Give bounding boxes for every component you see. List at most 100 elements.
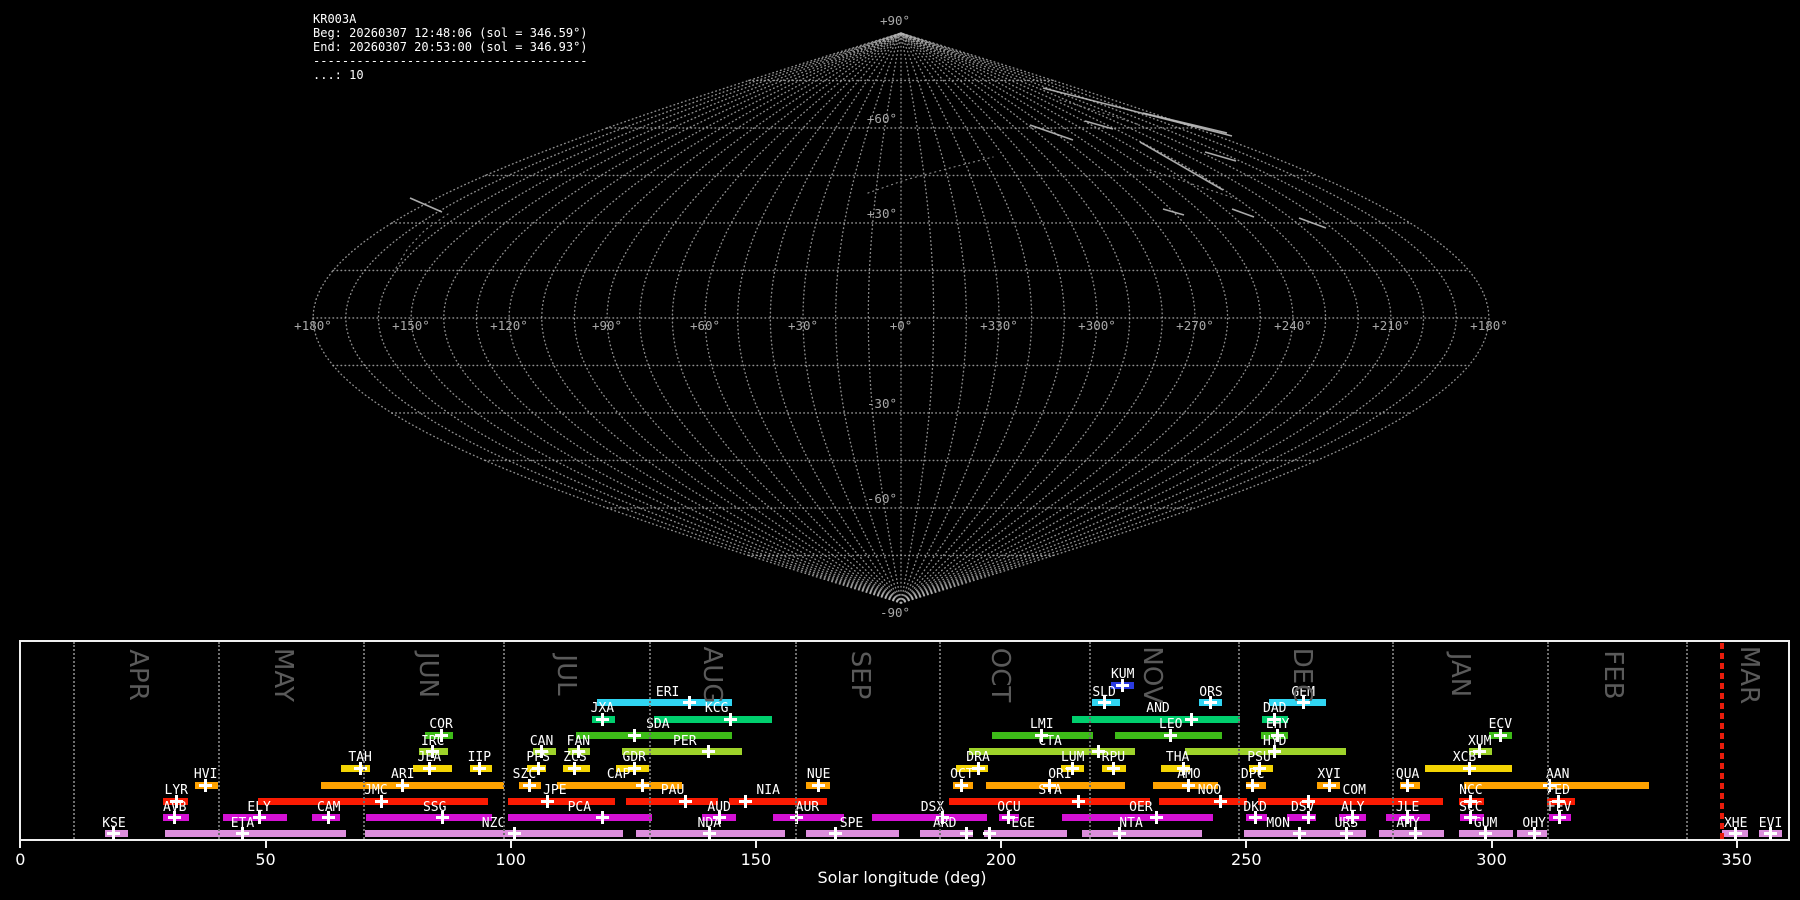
shower-code-label: XUM [1467,733,1492,749]
shower-code-label: AMO [1177,767,1201,782]
shower-code-label: ELY [247,799,271,815]
equator-longitude-label: +180° [294,318,332,333]
shower-bar-ari [321,781,505,789]
month-boundary-line [1686,642,1689,839]
month-boundary-line [217,642,220,839]
shower-code-label: FED [1546,783,1570,798]
month-label: SEP [844,650,875,700]
grid-meridian [900,32,1164,604]
shower-code-label: FAN [566,733,591,749]
month-label: OCT [985,647,1016,703]
shower-code-label: NTA [1119,815,1143,831]
shower-code-label: ERI [655,684,680,700]
meteor-trail [1298,217,1327,229]
shower-bar-spe [806,830,900,837]
shower-code-label: NCC [1459,783,1483,798]
shower-bar-nzc [365,830,624,837]
latitude-label: +30° [867,206,897,221]
meteor-trail [1139,141,1224,191]
shower-code-label: SCC [1459,799,1483,815]
meteor-observation-screen: KR003A Beg: 20260307 12:48:06 (sol = 346.… [0,0,1800,900]
axis-tick [509,841,512,848]
shower-code-label: NUE [806,767,831,782]
shower-bar-ege [984,830,1067,837]
month-boundary-line [1089,642,1092,839]
shower-code-label: PAU [660,783,685,798]
shower-code-label: HVI [193,767,218,782]
axis-tick-label: 200 [985,850,1017,869]
shower-code-label: NDA [697,815,722,831]
shower-code-label: COM [1342,783,1366,798]
shower-code-label: CAP [606,767,631,782]
month-label: MAY [268,647,299,703]
shower-code-label: OCU [997,799,1021,815]
month-boundary-line [1237,642,1240,839]
peak-marker [964,827,968,840]
shower-code-label: ALY [1340,799,1365,815]
shower-code-label: ARD [932,815,957,831]
equator-longitude-label: +270° [1176,318,1214,333]
axis-tick [1000,841,1003,848]
shower-code-label: EGE [1011,815,1035,831]
shower-code-label: XHE [1723,815,1748,831]
shower-code-label: KUM [1110,667,1135,682]
axis-tick-label: 350 [1721,850,1752,869]
shower-code-label: THA [1165,750,1190,765]
axis-tick [1735,841,1738,848]
shower-bar-sda [575,731,733,739]
month-boundary-line [1547,642,1550,839]
shower-bar-noo [1159,797,1247,805]
shower-bar-pca [507,814,653,821]
equator-longitude-label: +90° [592,318,622,333]
equator-longitude-label: +60° [690,318,720,333]
shower-code-label: DRA [966,750,990,765]
peak-marker [632,728,636,742]
month-label: APR [122,649,153,701]
shower-code-label: HYD [1262,733,1287,749]
peak-marker [706,745,710,758]
shower-code-label: URS [1334,815,1359,831]
shower-code-label: ORI [1048,767,1072,782]
shower-bar-dsx [871,814,988,821]
shower-bar-nta [1081,830,1202,837]
shower-code-label: EVI [1758,815,1783,831]
shower-code-label: FEV [1547,799,1572,815]
equator-longitude-label: +180° [1470,318,1508,333]
shower-code-label: PER [673,733,697,749]
month-label: DEC [1286,647,1317,703]
axis-tick-label: 150 [740,850,772,869]
peak-marker [743,794,747,808]
axis-tick-label: 300 [1476,850,1507,869]
meteor-trail [1162,208,1185,216]
month-boundary-line [939,642,942,839]
shower-code-label: AVB [163,799,187,815]
latitude-label: -60° [867,491,897,506]
shower-code-label: DKD [1243,799,1267,815]
equator-longitude-label: +210° [1372,318,1410,333]
shower-code-label: SZC [512,767,537,782]
peak-marker [512,827,516,840]
shower-code-label: AHY [1396,815,1420,831]
shower-bar-jpe [508,797,615,805]
meteor-trail [1142,112,1228,134]
shower-code-label: OHY [1522,815,1546,831]
peak-marker [987,827,991,840]
shower-code-label: OER [1129,799,1153,815]
shower-code-label: LYR [164,783,188,798]
month-label: JUL [551,654,582,696]
shower-code-label: PSU [1247,750,1271,765]
axis-tick [1490,841,1493,848]
month-label: NOV [1136,646,1167,704]
shower-code-label: RPU [1101,750,1126,765]
shower-code-label: AUD [707,799,731,815]
peak-marker [684,794,688,808]
equator-longitude-label: +240° [1274,318,1312,333]
equator-longitude-label: +300° [1078,318,1116,333]
x-axis-title: Solar longitude (deg) [817,868,987,887]
south-pole-label: -90° [880,605,910,620]
shower-code-label: XCB [1452,750,1477,765]
shower-code-label: STA [1038,783,1062,798]
axis-tick [754,841,757,848]
shower-code-label: OCT [950,767,974,782]
current-solar-longitude-line [1721,643,1724,839]
